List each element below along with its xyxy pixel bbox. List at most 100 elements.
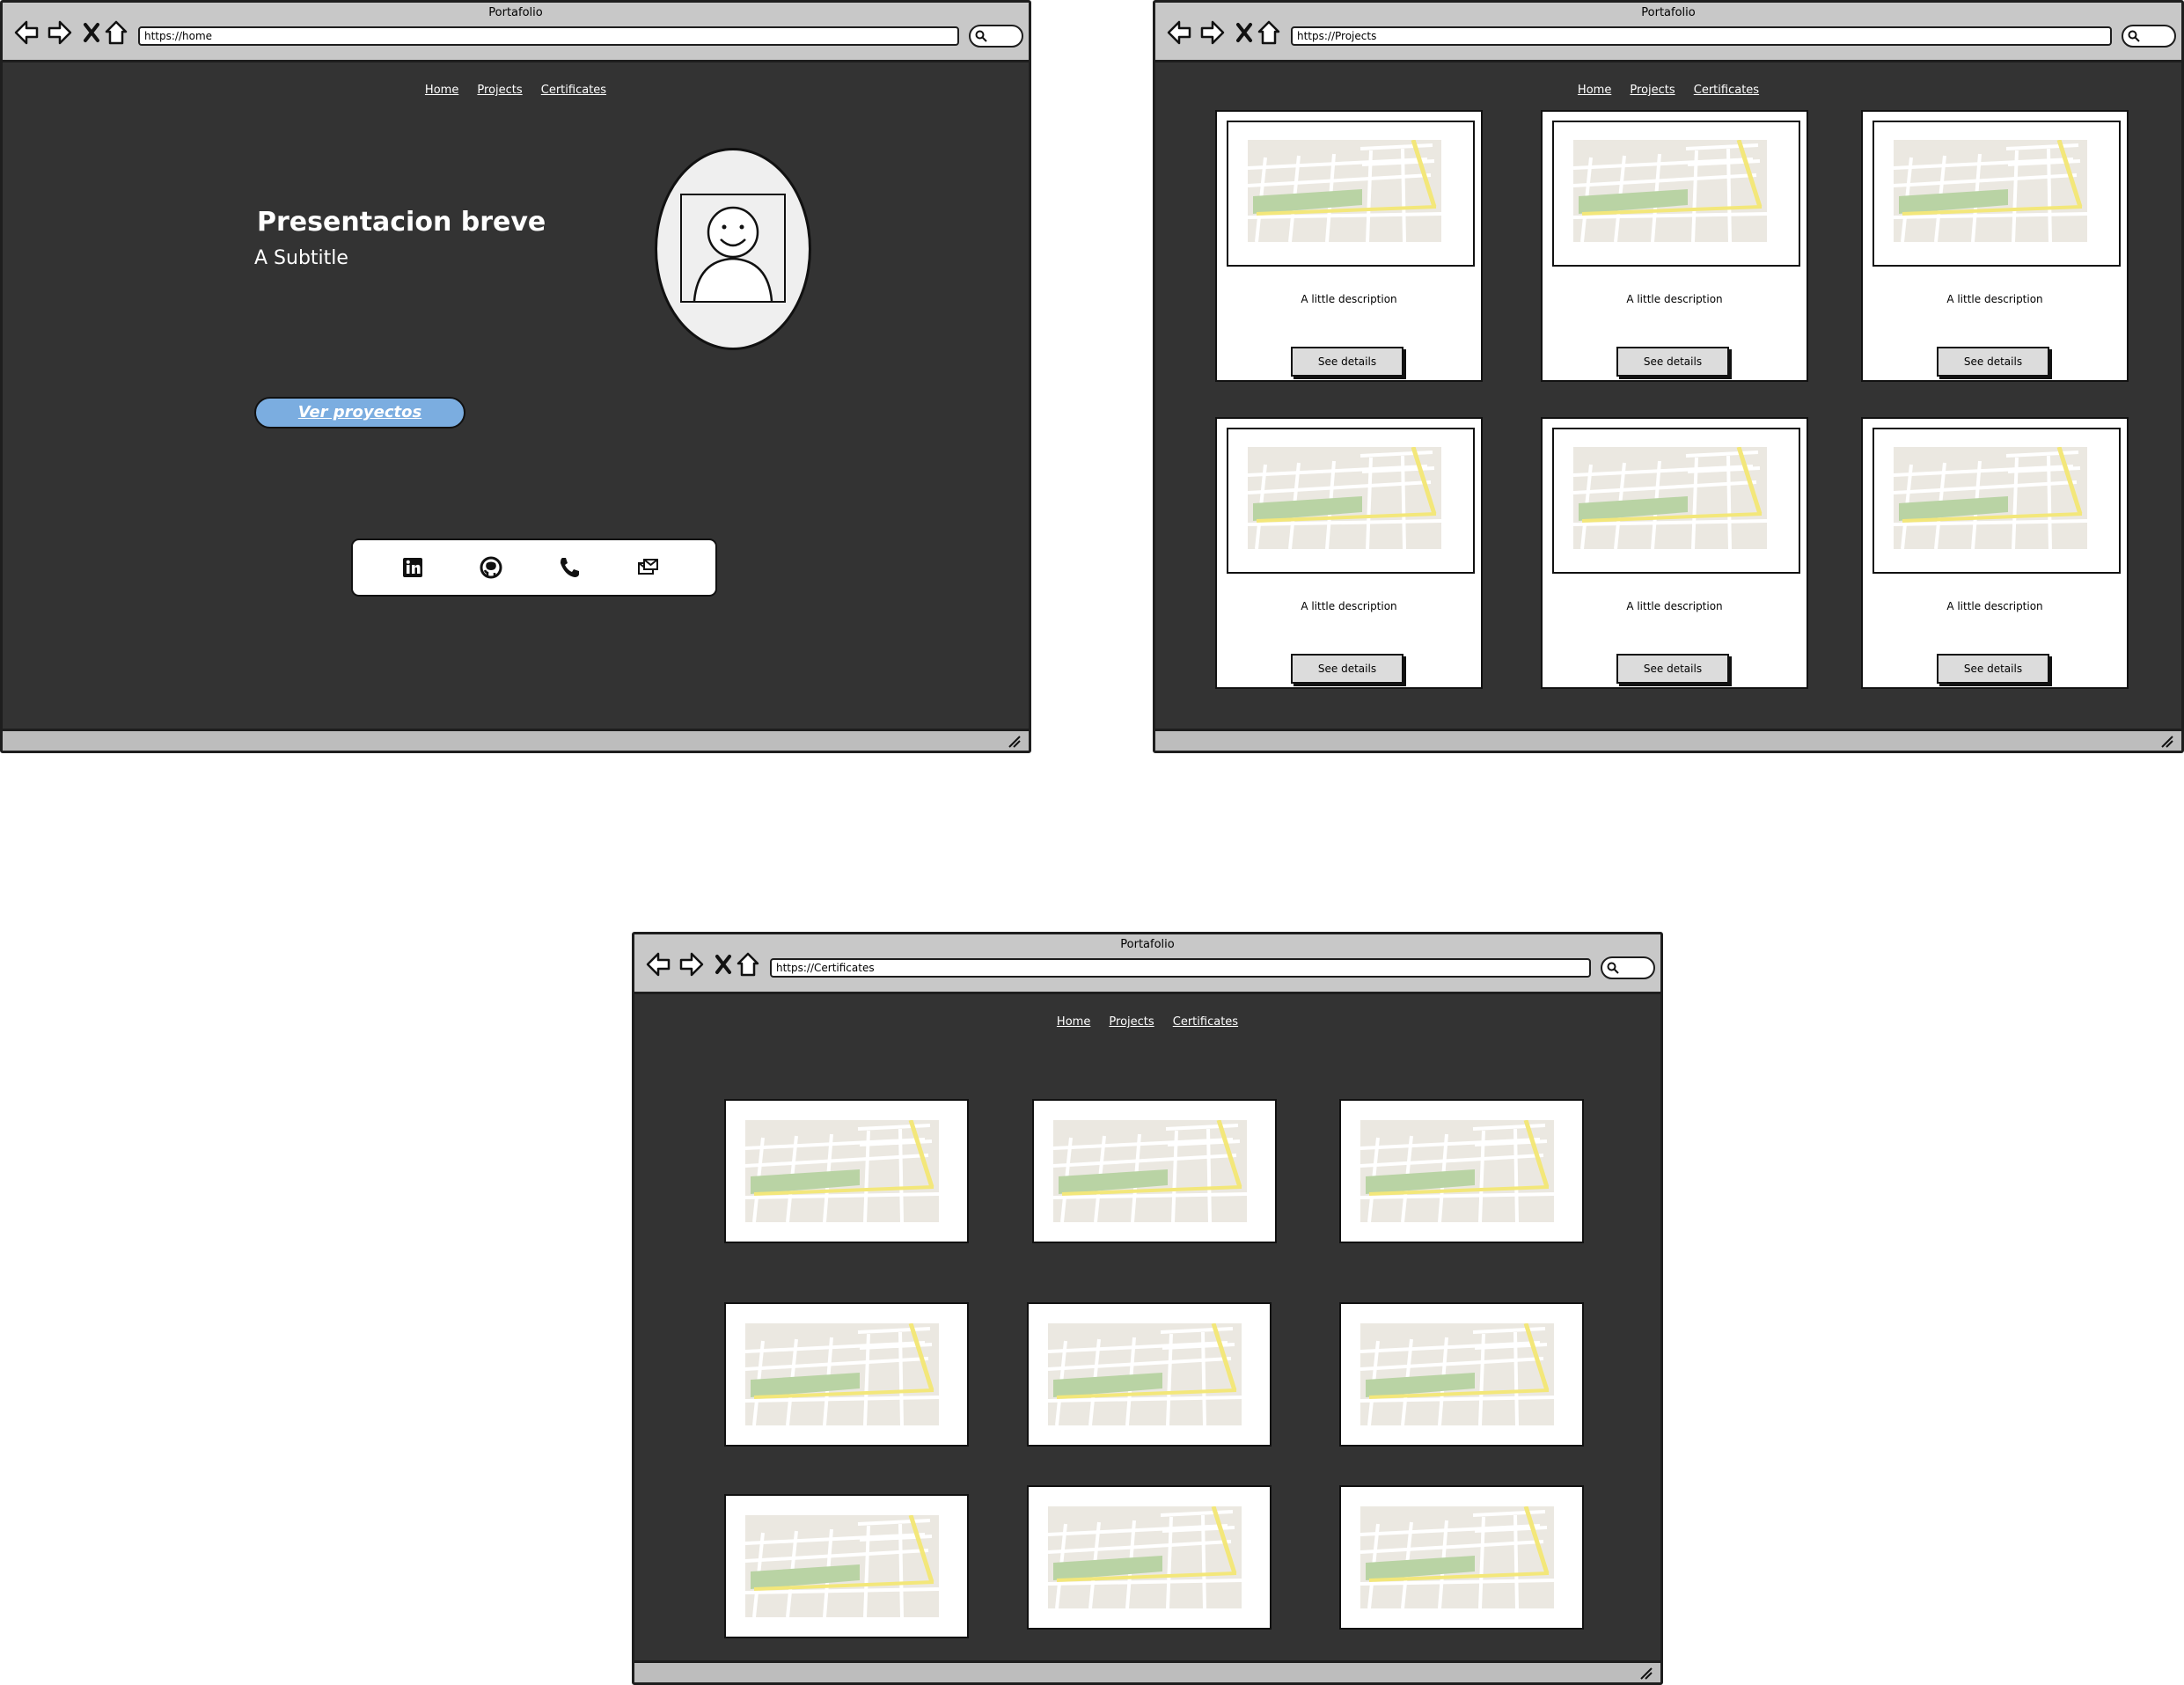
home-icon[interactable]: [1256, 18, 1282, 47]
stop-icon[interactable]: [710, 950, 737, 978]
titlebar: Portafolio https://home: [3, 3, 1029, 62]
project-card: A little description See details: [1215, 417, 1483, 689]
nav-home-link[interactable]: Home: [1057, 1015, 1090, 1029]
page-title: Presentacion breve: [257, 207, 546, 238]
resize-grip-icon[interactable]: [2158, 733, 2174, 749]
stop-icon[interactable]: [78, 18, 105, 47]
see-details-button[interactable]: See details: [1616, 347, 1729, 377]
project-description: A little description: [1946, 600, 2043, 612]
project-description: A little description: [1301, 600, 1397, 612]
statusbar: [3, 729, 1029, 751]
titlebar: Portafolio https://Certificates: [634, 934, 1660, 994]
see-details-button[interactable]: See details: [1291, 654, 1403, 684]
top-nav: Home Projects Certificates: [634, 1012, 1660, 1029]
project-image: [1552, 121, 1800, 267]
view-projects-button[interactable]: Ver proyectos: [254, 397, 465, 429]
search-box[interactable]: [969, 25, 1023, 48]
map-image-icon: [1053, 1120, 1247, 1222]
search-box[interactable]: [1601, 956, 1655, 979]
nav-projects-link[interactable]: Projects: [1630, 84, 1675, 97]
forward-icon[interactable]: [678, 950, 705, 978]
certificate-card[interactable]: [1339, 1302, 1584, 1447]
map-image-icon: [1360, 1120, 1554, 1222]
project-description: A little description: [1946, 293, 2043, 305]
nav-projects-link[interactable]: Projects: [477, 84, 522, 97]
avatar-frame: [680, 194, 786, 303]
certificate-card[interactable]: [1339, 1099, 1584, 1243]
nav-home-link[interactable]: Home: [425, 84, 458, 97]
window-title: Portafolio: [1120, 938, 1175, 951]
see-details-button[interactable]: See details: [1291, 347, 1403, 377]
top-nav: Home Projects Certificates: [3, 80, 1029, 97]
map-image-icon: [1360, 1506, 1554, 1608]
social-links-bar: [351, 538, 717, 597]
map-image-icon: [1248, 140, 1441, 242]
statusbar: [1155, 729, 2181, 751]
avatar: [655, 148, 811, 350]
project-card: A little description See details: [1541, 110, 1808, 382]
back-icon[interactable]: [1166, 18, 1192, 47]
project-description: A little description: [1626, 293, 1723, 305]
back-icon[interactable]: [645, 950, 671, 978]
home-icon[interactable]: [103, 18, 129, 47]
certificate-card[interactable]: [1027, 1302, 1272, 1447]
projects-window: Portafolio https://Projects Home Project…: [1153, 0, 2184, 753]
certificate-card[interactable]: [1027, 1485, 1272, 1630]
back-icon[interactable]: [13, 18, 40, 47]
map-image-icon: [745, 1515, 939, 1617]
github-icon[interactable]: [479, 555, 503, 580]
project-card: A little description See details: [1861, 417, 2129, 689]
email-icon[interactable]: [635, 555, 660, 580]
home-icon[interactable]: [735, 950, 761, 978]
map-image-icon: [1894, 447, 2087, 549]
map-image-icon: [1048, 1506, 1242, 1608]
search-icon: [975, 30, 987, 42]
nav-certificates-link[interactable]: Certificates: [541, 84, 606, 97]
nav-projects-link[interactable]: Projects: [1109, 1015, 1154, 1029]
certificate-card[interactable]: [1339, 1485, 1584, 1630]
project-image: [1873, 121, 2121, 267]
nav-home-link[interactable]: Home: [1578, 84, 1611, 97]
certificate-card[interactable]: [1032, 1099, 1277, 1243]
resize-grip-icon[interactable]: [1638, 1665, 1653, 1681]
see-details-button[interactable]: See details: [1937, 347, 2049, 377]
map-image-icon: [1894, 140, 2087, 242]
search-icon: [2128, 30, 2140, 42]
certificate-card[interactable]: [724, 1302, 969, 1447]
url-bar[interactable]: https://home: [138, 26, 959, 46]
map-image-icon: [1573, 140, 1767, 242]
stop-icon[interactable]: [1231, 18, 1257, 47]
certificates-window: Portafolio https://Certificates Home Pro…: [632, 932, 1663, 1685]
home-window: Portafolio https://home Home Projects Ce…: [0, 0, 1031, 753]
top-nav: Home Projects Certificates: [1155, 80, 2181, 97]
linkedin-icon[interactable]: [400, 555, 425, 580]
project-card: A little description See details: [1541, 417, 1808, 689]
nav-certificates-link[interactable]: Certificates: [1173, 1015, 1238, 1029]
person-icon: [693, 206, 773, 302]
url-bar[interactable]: https://Certificates: [770, 958, 1591, 978]
project-card: A little description See details: [1215, 110, 1483, 382]
project-image: [1227, 121, 1475, 267]
project-description: A little description: [1301, 293, 1397, 305]
map-image-icon: [1248, 447, 1441, 549]
nav-certificates-link[interactable]: Certificates: [1694, 84, 1759, 97]
see-details-button[interactable]: See details: [1937, 654, 2049, 684]
search-icon: [1607, 962, 1619, 974]
resize-grip-icon[interactable]: [1006, 733, 1022, 749]
certificate-card[interactable]: [724, 1494, 969, 1638]
statusbar: [634, 1660, 1660, 1682]
search-box[interactable]: [2122, 25, 2176, 48]
see-details-button[interactable]: See details: [1616, 654, 1729, 684]
forward-icon[interactable]: [47, 18, 73, 47]
window-title: Portafolio: [1641, 6, 1696, 19]
url-bar[interactable]: https://Projects: [1291, 26, 2112, 46]
project-card: A little description See details: [1861, 110, 2129, 382]
window-title: Portafolio: [488, 6, 543, 19]
forward-icon[interactable]: [1199, 18, 1226, 47]
certificate-card[interactable]: [724, 1099, 969, 1243]
project-image: [1552, 428, 1800, 574]
page-subtitle: A Subtitle: [254, 247, 348, 269]
phone-icon[interactable]: [557, 555, 582, 580]
project-image: [1227, 428, 1475, 574]
map-image-icon: [745, 1323, 939, 1425]
